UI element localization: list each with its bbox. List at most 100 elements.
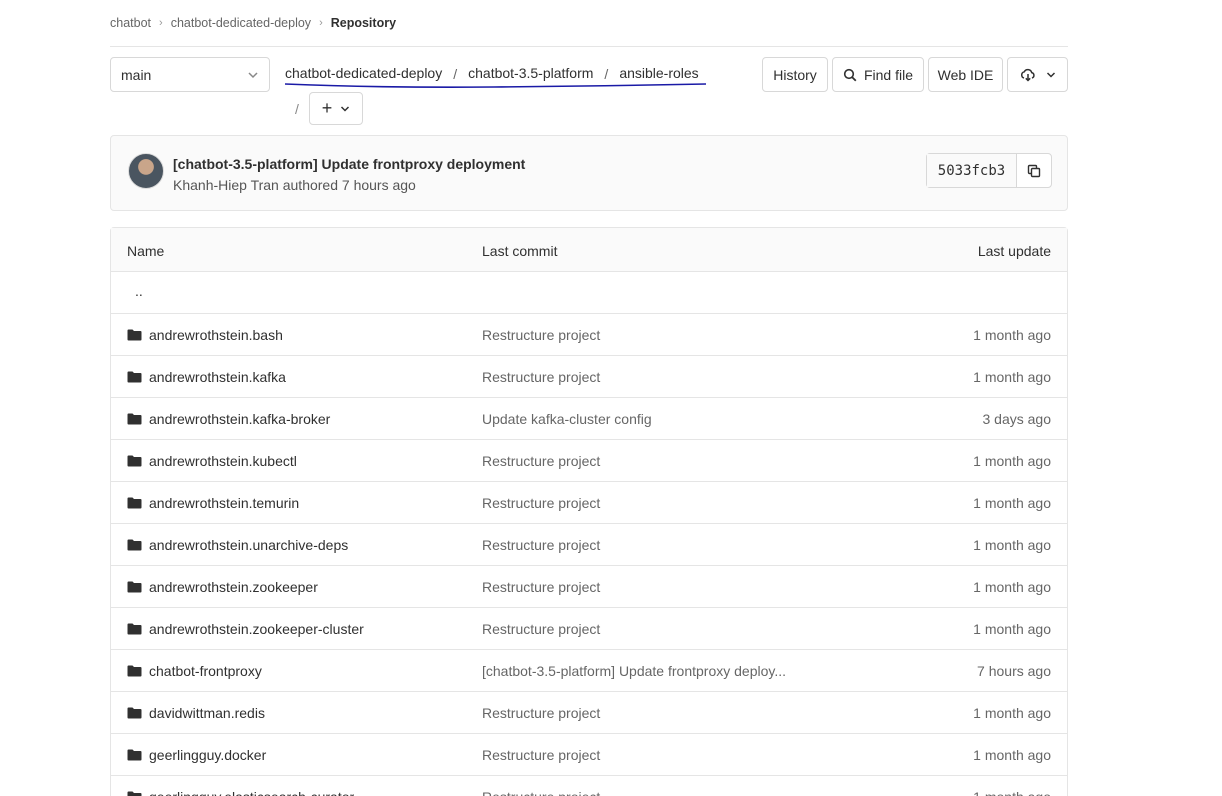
file-name-link[interactable]: andrewrothstein.kafka-broker	[127, 411, 330, 427]
avatar[interactable]	[128, 153, 164, 189]
path-segment-root[interactable]: chatbot-dedicated-deploy	[285, 65, 442, 82]
web-ide-button[interactable]: Web IDE	[928, 57, 1003, 92]
download-button[interactable]	[1007, 57, 1068, 92]
table-row[interactable]: geerlingguy.docker Restructure project 1 m…	[111, 734, 1067, 776]
last-update-time: 3 days ago	[982, 411, 1052, 427]
commit-title[interactable]: [chatbot-3.5-platform] Update frontproxy…	[173, 156, 525, 172]
last-commit-link[interactable]: Restructure project	[482, 537, 600, 553]
table-row[interactable]: andrewrothstein.temurin Restructure proje…	[111, 482, 1067, 524]
web-ide-label: Web IDE	[937, 66, 994, 83]
chevron-right-icon: ›	[319, 17, 323, 29]
commit-author: Khanh-Hiep Tran authored 7 hours ago	[173, 177, 416, 193]
file-name: davidwittman.redis	[149, 705, 265, 721]
file-name-link[interactable]: andrewrothstein.zookeeper-cluster	[127, 621, 364, 637]
last-update-time: 1 month ago	[973, 327, 1051, 343]
file-name: andrewrothstein.zookeeper	[149, 579, 318, 595]
copy-sha-button[interactable]	[1017, 154, 1051, 187]
last-update-time: 1 month ago	[973, 495, 1051, 511]
table-row[interactable]: andrewrothstein.kafka-broker Update kafka…	[111, 398, 1067, 440]
file-name-link[interactable]: davidwittman.redis	[127, 705, 265, 721]
last-update-time: 1 month ago	[973, 747, 1051, 763]
folder-icon	[127, 455, 142, 467]
folder-icon	[127, 497, 142, 509]
file-name: andrewrothstein.zookeeper-cluster	[149, 621, 364, 637]
last-commit-link[interactable]: Restructure project	[482, 789, 600, 796]
file-name-link[interactable]: geerlingguy.docker	[127, 747, 266, 763]
chevron-right-icon: ›	[159, 17, 163, 29]
table-row[interactable]: andrewrothstein.unarchive-deps Restructur…	[111, 524, 1067, 566]
path-separator: /	[604, 65, 609, 82]
file-name-link[interactable]: chatbot-frontproxy	[127, 663, 262, 679]
file-name: geerlingguy.docker	[149, 747, 267, 763]
file-name-link[interactable]: andrewrothstein.kafka	[127, 369, 286, 385]
breadcrumb-item-repository[interactable]: Repository	[331, 16, 396, 30]
file-name: geerlingguy.elasticsearch-curator	[149, 789, 354, 796]
plus-icon: +	[321, 98, 333, 118]
table-row[interactable]: andrewrothstein.kafka Restructure project…	[111, 356, 1067, 398]
last-update-time: 1 month ago	[973, 705, 1051, 721]
add-to-tree-button[interactable]: +	[309, 92, 363, 125]
column-header-name: Name	[127, 243, 165, 259]
commit-sha-group: 5033fcb3	[926, 153, 1052, 188]
column-header-last-update: Last update	[977, 243, 1051, 259]
table-row[interactable]: andrewrothstein.zookeeper Restructure pro…	[111, 566, 1067, 608]
breadcrumb-item-chatbot[interactable]: chatbot	[110, 16, 151, 30]
file-name-link[interactable]: andrewrothstein.temurin	[127, 495, 299, 511]
copy-icon	[1027, 164, 1041, 177]
table-row[interactable]: geerlingguy.elasticsearch-curator Restruc…	[111, 776, 1067, 796]
branch-selector[interactable]: main	[110, 57, 270, 92]
path-segment-platform[interactable]: chatbot-3.5-platform	[468, 65, 593, 82]
file-name-link[interactable]: andrewrothstein.unarchive-deps	[127, 537, 348, 553]
folder-icon	[127, 581, 142, 593]
file-name-link[interactable]: andrewrothstein.zookeeper	[127, 579, 318, 595]
table-row[interactable]: chatbot-frontproxy [chatbot-3.5-platform]…	[111, 650, 1067, 692]
history-button-label: History	[773, 66, 817, 83]
table-row[interactable]: andrewrothstein.bash Restructure project 1…	[111, 314, 1067, 356]
last-update-time: 7 hours ago	[977, 663, 1051, 679]
search-icon	[843, 68, 857, 81]
commit-sha[interactable]: 5033fcb3	[927, 154, 1017, 187]
last-commit-link[interactable]: Restructure project	[482, 495, 600, 511]
parent-directory-link[interactable]: ..	[135, 283, 143, 299]
last-commit-link[interactable]: Update kafka-cluster config	[482, 411, 652, 427]
last-commit-panel: [chatbot-3.5-platform] Update frontproxy…	[110, 135, 1068, 211]
file-name: andrewrothstein.temurin	[149, 495, 300, 511]
file-name-link[interactable]: geerlingguy.elasticsearch-curator	[127, 789, 354, 796]
table-row[interactable]: davidwittman.redis Restructure project 1 m…	[111, 692, 1067, 734]
repo-path: chatbot-dedicated-deploy / chatbot-3.5-p…	[285, 65, 699, 82]
chevron-down-icon	[341, 105, 350, 112]
path-segment-ansible-roles[interactable]: ansible-roles	[619, 65, 698, 82]
breadcrumb: chatbot › chatbot-dedicated-deploy › Rep…	[110, 16, 396, 30]
chevron-down-icon	[248, 72, 258, 79]
last-update-time: 1 month ago	[973, 579, 1051, 595]
last-commit-link[interactable]: Restructure project	[482, 327, 600, 343]
folder-icon	[127, 791, 142, 796]
last-commit-link[interactable]: Restructure project	[482, 579, 600, 595]
folder-icon	[127, 329, 142, 341]
parent-directory-row[interactable]: ..	[111, 272, 1067, 314]
file-name-link[interactable]: andrewrothstein.kubectl	[127, 453, 297, 469]
find-file-button[interactable]: Find file	[832, 57, 924, 92]
table-row[interactable]: andrewrothstein.zookeeper-cluster Restruc…	[111, 608, 1067, 650]
last-commit-link[interactable]: Restructure project	[482, 621, 600, 637]
history-button[interactable]: History	[762, 57, 828, 92]
last-commit-link[interactable]: Restructure project	[482, 369, 600, 385]
file-tree-table: Name Last commit Last update .. andrewro…	[110, 227, 1068, 796]
branch-name: main	[121, 66, 152, 83]
find-file-label: Find file	[863, 66, 914, 83]
last-commit-link[interactable]: Restructure project	[482, 453, 600, 469]
breadcrumb-item-project[interactable]: chatbot-dedicated-deploy	[171, 16, 311, 30]
last-commit-link[interactable]: Restructure project	[482, 747, 600, 763]
folder-icon	[127, 371, 142, 383]
table-row[interactable]: andrewrothstein.kubectl Restructure proje…	[111, 440, 1067, 482]
chevron-down-icon	[1046, 71, 1055, 78]
last-commit-link[interactable]: [chatbot-3.5-platform] Update frontproxy…	[482, 663, 786, 679]
folder-icon	[127, 707, 142, 719]
divider	[110, 46, 1068, 47]
file-name: andrewrothstein.kafka-broker	[149, 411, 331, 427]
folder-icon	[127, 749, 142, 761]
last-update-time: 1 month ago	[973, 789, 1051, 796]
file-name-link[interactable]: andrewrothstein.bash	[127, 327, 283, 343]
last-commit-link[interactable]: Restructure project	[482, 705, 600, 721]
file-name: andrewrothstein.bash	[149, 327, 283, 343]
